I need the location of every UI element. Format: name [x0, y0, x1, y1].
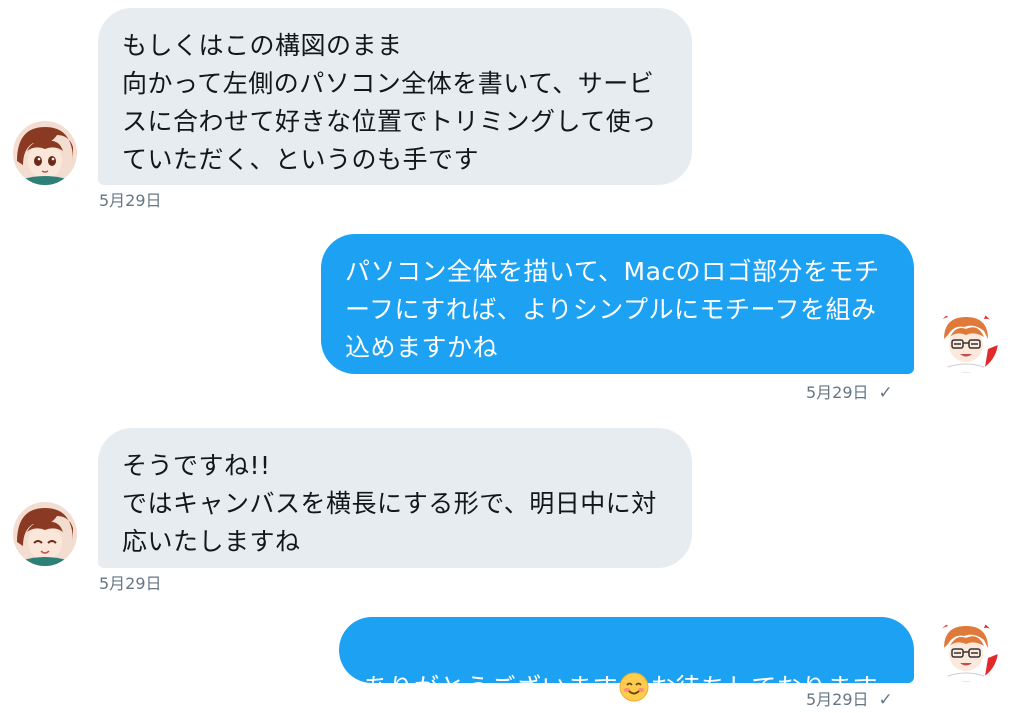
message-bubble[interactable]: パソコン全体を描いて、Macのロゴ部分をモチ ーフにすれば、よりシンプルにモチー… [321, 234, 914, 374]
check-icon: ✓ [878, 690, 893, 710]
message-bubble[interactable]: もしくはこの構図のまま 向かって左側のパソコン全体を書いて、サービ スに合わせて… [98, 8, 692, 185]
avatar-partner[interactable] [13, 502, 77, 566]
timestamp-text: 5月29日 [806, 690, 869, 709]
avatar-self[interactable] [934, 618, 998, 682]
message-timestamp: 5月29日 ✓ [806, 383, 893, 403]
timestamp-text: 5月29日 [806, 383, 869, 402]
message-timestamp: 5月29日 [99, 574, 162, 593]
message-timestamp: 5月29日 ✓ [806, 690, 893, 710]
message-bubble[interactable]: そうですね!! ではキャンバスを横長にする形で、明日中に対 応いたしますね [98, 428, 692, 568]
check-icon: ✓ [878, 383, 893, 403]
avatar-self[interactable] [934, 309, 998, 373]
message-bubble[interactable]: ありがとうございます お待ちしております [339, 617, 914, 702]
avatar-partner[interactable] [13, 121, 77, 185]
message-text-part: ありがとうございます [363, 673, 619, 702]
message-timestamp: 5月29日 [99, 191, 162, 210]
smiling-face-emoji-icon [619, 672, 649, 702]
